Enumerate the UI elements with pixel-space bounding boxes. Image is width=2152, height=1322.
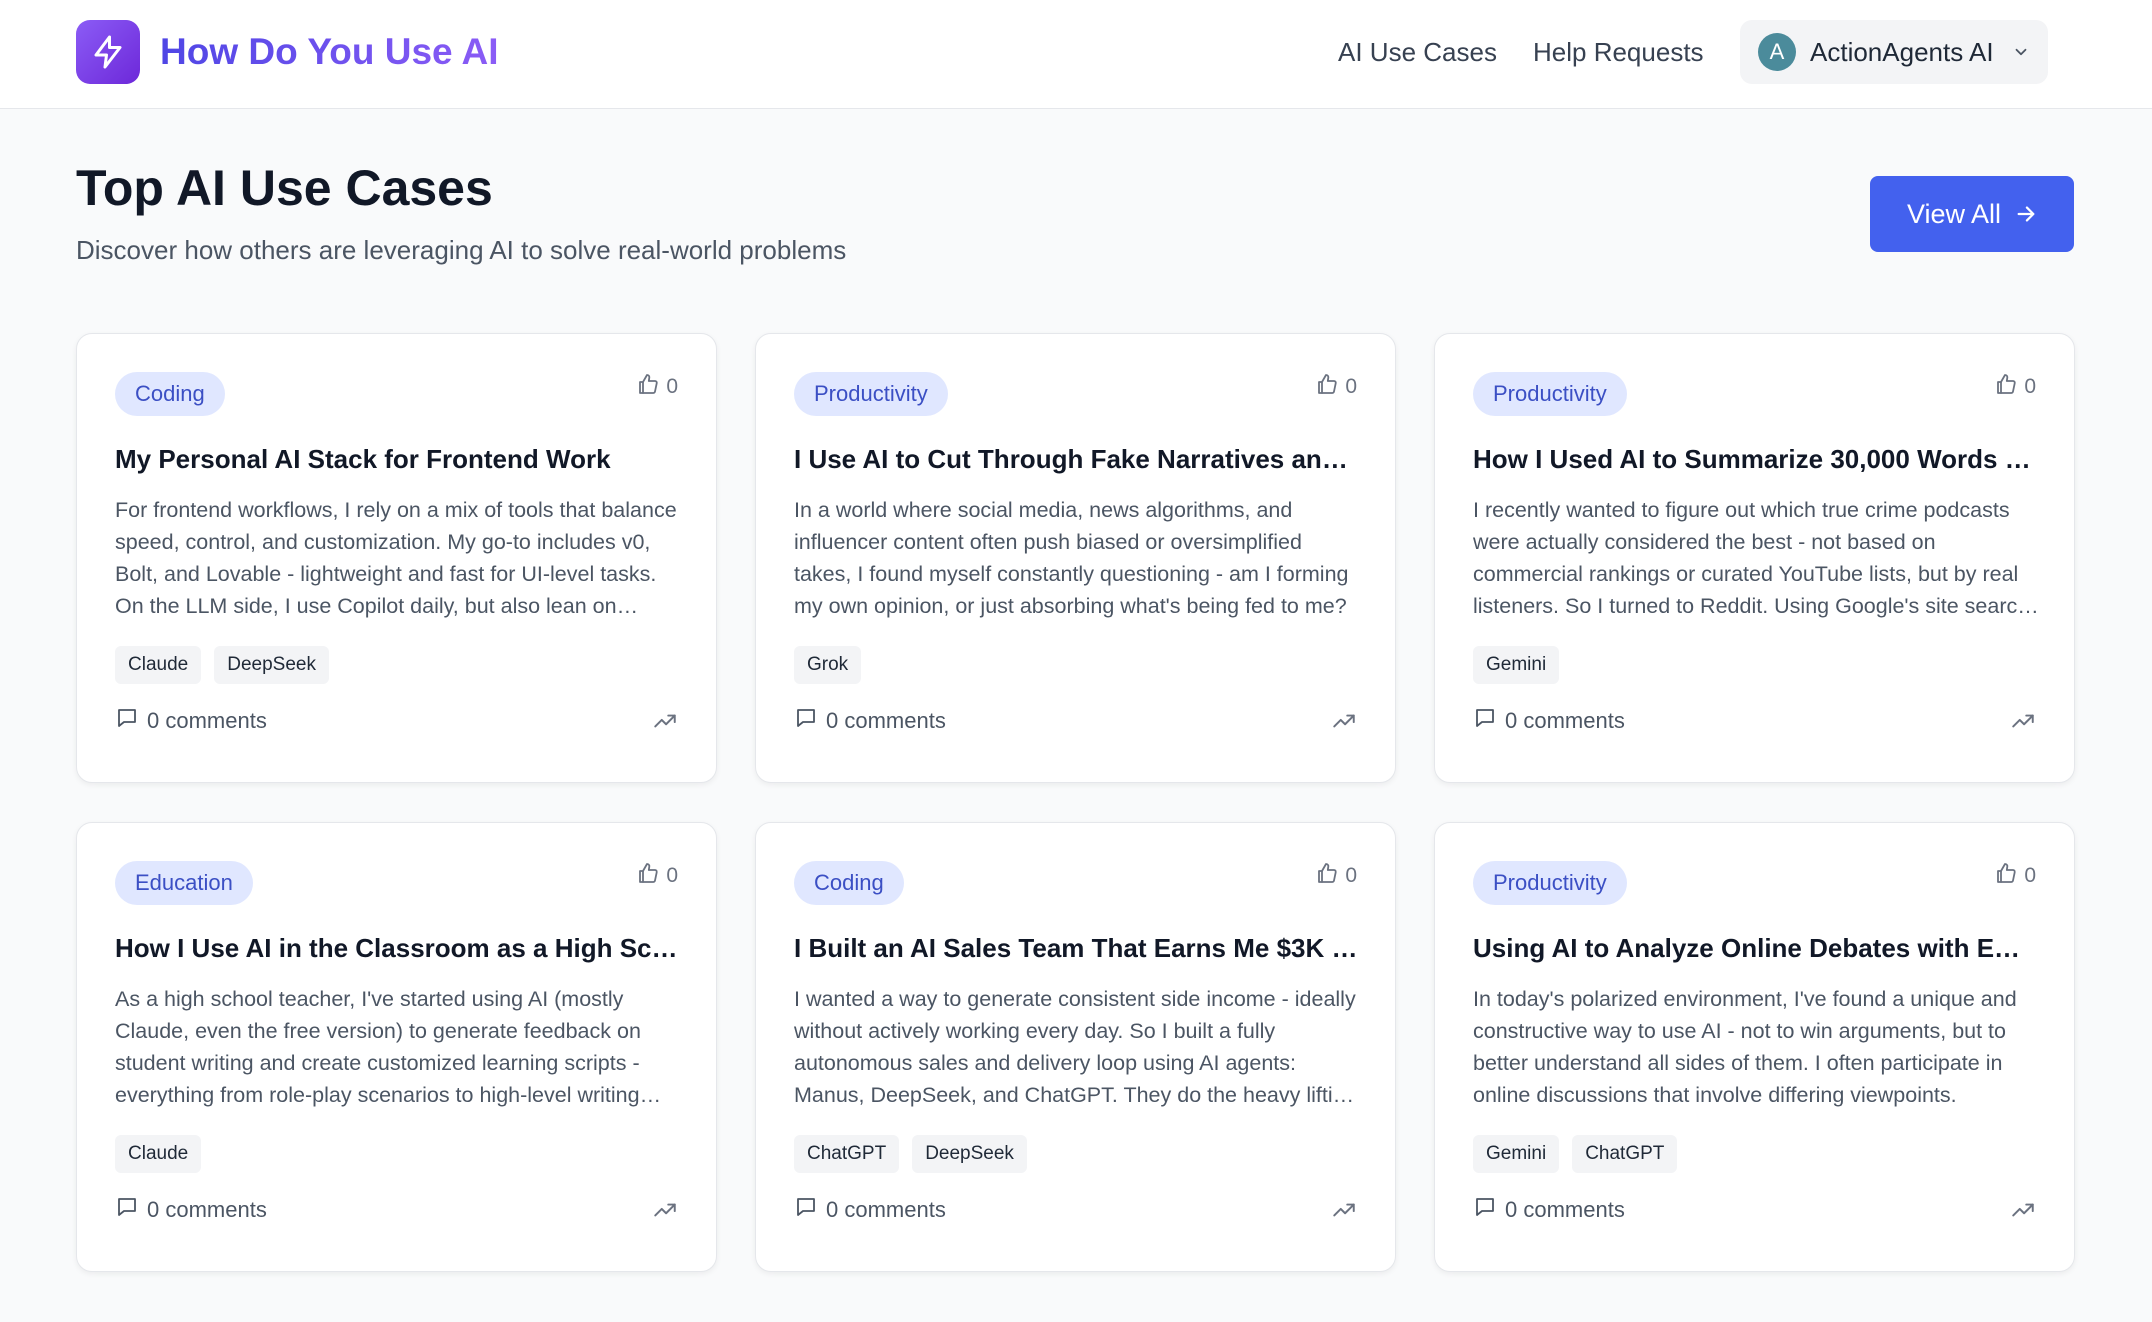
like-button[interactable]: 0 <box>1315 372 1357 402</box>
comments-link[interactable]: 0 comments <box>1473 1195 1625 1225</box>
view-all-label: View All <box>1906 198 2002 229</box>
trending-icon[interactable] <box>1331 1197 1357 1228</box>
card-description: For frontend workflows, I rely on a mix … <box>115 498 677 618</box>
brand-name[interactable]: How Do You Use AI <box>160 28 499 76</box>
logo[interactable] <box>76 20 140 84</box>
tool-tags: Claude <box>115 1135 202 1173</box>
comment-count: 0 comments <box>147 708 267 733</box>
category-badge[interactable]: Productivity <box>1473 861 1627 905</box>
like-count: 0 <box>2024 864 2036 887</box>
like-count: 0 <box>666 375 678 398</box>
page-title: Top AI Use Cases <box>76 160 493 216</box>
page-subtitle: Discover how others are leveraging AI to… <box>76 235 847 265</box>
tool-tag[interactable]: Gemini <box>1473 646 1560 684</box>
arrow-right-icon <box>2017 206 2035 222</box>
nav-ai-use-cases[interactable]: AI Use Cases <box>1338 32 1497 72</box>
lightning-icon <box>94 35 122 69</box>
thumbs-up-icon <box>1315 861 1339 891</box>
trending-icon[interactable] <box>1331 708 1357 739</box>
trending-icon[interactable] <box>2010 708 2036 739</box>
category-badge[interactable]: Productivity <box>1473 372 1627 416</box>
category-badge[interactable]: Coding <box>115 372 225 416</box>
comment-count: 0 comments <box>1505 1197 1625 1222</box>
tool-tags: Gemini ChatGPT <box>1473 1135 1678 1173</box>
thumbs-up-icon <box>1994 861 2018 891</box>
like-count: 0 <box>1345 864 1357 887</box>
comment-count: 0 comments <box>147 1197 267 1222</box>
card-description: As a high school teacher, I've started u… <box>115 987 641 1107</box>
trending-icon[interactable] <box>2010 1197 2036 1228</box>
chevron-down-icon <box>2015 48 2026 56</box>
like-button[interactable]: 0 <box>1994 861 2036 891</box>
tool-tag[interactable]: DeepSeek <box>214 646 329 684</box>
avatar: A <box>1758 33 1796 71</box>
card-description: In a world where social media, news algo… <box>794 498 1349 618</box>
comments-link[interactable]: 0 comments <box>115 706 267 736</box>
thumbs-up-icon <box>1994 372 2018 402</box>
comments-link[interactable]: 0 comments <box>115 1195 267 1225</box>
account-name: ActionAgents AI <box>1810 36 1994 67</box>
tool-tag[interactable]: DeepSeek <box>912 1135 1027 1173</box>
card-description: I wanted a way to generate consistent si… <box>794 987 1357 1107</box>
card-description: In today's polarized environment, I've f… <box>1473 987 2017 1107</box>
use-case-card[interactable]: Coding 0 My Personal AI Stack for Fronte… <box>76 333 717 783</box>
tool-tags: Gemini <box>1473 646 1560 684</box>
like-button[interactable]: 0 <box>636 861 678 891</box>
comments-link[interactable]: 0 comments <box>1473 706 1625 736</box>
tool-tag[interactable]: Claude <box>115 646 202 684</box>
thumbs-up-icon <box>1315 372 1339 402</box>
trending-icon[interactable] <box>652 1197 678 1228</box>
card-title[interactable]: I Use AI to Cut Through Fake Narratives … <box>794 442 1360 476</box>
comment-icon <box>115 1195 139 1225</box>
use-case-card[interactable]: Productivity 0 I Use AI to Cut Through F… <box>755 333 1396 783</box>
comment-count: 0 comments <box>826 708 946 733</box>
thumbs-up-icon <box>636 372 660 402</box>
use-case-card[interactable]: Productivity 0 How I Used AI to Summariz… <box>1434 333 2075 783</box>
tool-tags: ChatGPT DeepSeek <box>794 1135 1027 1173</box>
use-case-card[interactable]: Education 0 How I Use AI in the Classroo… <box>76 822 717 1272</box>
like-count: 0 <box>1345 375 1357 398</box>
card-title[interactable]: How I Used AI to Summarize 30,000 Words … <box>1473 442 2039 476</box>
category-badge[interactable]: Productivity <box>794 372 948 416</box>
comment-count: 0 comments <box>826 1197 946 1222</box>
like-button[interactable]: 0 <box>636 372 678 402</box>
use-case-card[interactable]: Coding 0 I Built an AI Sales Team That E… <box>755 822 1396 1272</box>
like-count: 0 <box>2024 375 2036 398</box>
comments-link[interactable]: 0 comments <box>794 706 946 736</box>
category-badge[interactable]: Education <box>115 861 253 905</box>
view-all-button[interactable]: View All <box>1870 176 2074 252</box>
comment-icon <box>794 706 818 736</box>
comment-icon <box>1473 706 1497 736</box>
card-title[interactable]: How I Use AI in the Classroom as a High … <box>115 931 681 965</box>
comment-icon <box>1473 1195 1497 1225</box>
comments-link[interactable]: 0 comments <box>794 1195 946 1225</box>
card-description: I recently wanted to figure out which tr… <box>1473 498 2036 618</box>
comment-icon <box>115 706 139 736</box>
nav-help-requests[interactable]: Help Requests <box>1533 32 1704 72</box>
tool-tags: Grok <box>794 646 862 684</box>
card-title[interactable]: I Built an AI Sales Team That Earns Me $… <box>794 931 1360 965</box>
like-count: 0 <box>666 864 678 887</box>
comment-count: 0 comments <box>1505 708 1625 733</box>
category-badge[interactable]: Coding <box>794 861 904 905</box>
like-button[interactable]: 0 <box>1315 861 1357 891</box>
like-button[interactable]: 0 <box>1994 372 2036 402</box>
tool-tag[interactable]: ChatGPT <box>794 1135 900 1173</box>
tool-tag[interactable]: ChatGPT <box>1572 1135 1678 1173</box>
use-case-card[interactable]: Productivity 0 Using AI to Analyze Onlin… <box>1434 822 2075 1272</box>
top-navigation-bar: How Do You Use AI AI Use Cases Help Requ… <box>0 0 2152 109</box>
card-title[interactable]: My Personal AI Stack for Frontend Work <box>115 442 681 476</box>
tool-tag[interactable]: Claude <box>115 1135 202 1173</box>
tool-tags: Claude DeepSeek <box>115 646 329 684</box>
tool-tag[interactable]: Gemini <box>1473 1135 1560 1173</box>
account-menu[interactable]: A ActionAgents AI <box>1740 20 2048 84</box>
comment-icon <box>794 1195 818 1225</box>
trending-icon[interactable] <box>652 708 678 739</box>
tool-tag[interactable]: Grok <box>794 646 862 684</box>
card-title[interactable]: Using AI to Analyze Online Debates with … <box>1473 931 2039 965</box>
thumbs-up-icon <box>636 861 660 891</box>
